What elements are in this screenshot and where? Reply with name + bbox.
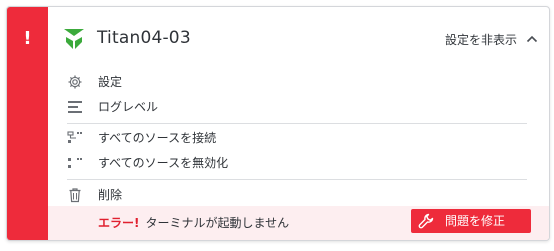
error-message: エラー! ターミナルが起動しません	[98, 214, 289, 232]
terminal-card: ! Titan04-03 設定を非表示 設定 ログレベル すべてのソースを接続 …	[6, 6, 550, 241]
disable-sources-icon	[68, 158, 82, 168]
fix-problem-button[interactable]: 問題を修正	[411, 209, 531, 233]
card-header: Titan04-03 設定を非表示	[48, 7, 549, 69]
menu-item-disable-all-sources[interactable]: すべてのソースを無効化	[48, 151, 549, 175]
hide-settings-label: 設定を非表示	[444, 32, 517, 47]
error-status-strip: !	[7, 7, 48, 240]
error-bar: エラー! ターミナルが起動しません 問題を修正	[48, 206, 549, 240]
menu-item-delete[interactable]: 削除	[48, 183, 549, 207]
wrench-icon	[418, 213, 434, 229]
card-content: Titan04-03 設定を非表示 設定 ログレベル すべてのソースを接続 すべ…	[48, 7, 549, 240]
menu-item-settings-label: 設定	[98, 75, 123, 89]
page: ! Titan04-03 設定を非表示 設定 ログレベル すべてのソースを接続 …	[0, 0, 554, 251]
trash-icon	[69, 188, 81, 203]
log-level-icon	[68, 101, 82, 113]
menu-divider	[67, 123, 527, 124]
menu-item-settings[interactable]: 設定	[48, 70, 549, 94]
connect-sources-icon	[67, 131, 82, 143]
error-label: エラー!	[98, 216, 140, 230]
titan-logo-icon	[64, 29, 84, 49]
menu-item-log-level[interactable]: ログレベル	[48, 95, 549, 119]
gear-icon	[68, 75, 82, 89]
fix-problem-button-label: 問題を修正	[445, 214, 506, 228]
menu-item-delete-label: 削除	[98, 188, 123, 202]
error-message-text: ターミナルが起動しません	[145, 216, 290, 230]
menu-divider	[67, 179, 527, 180]
menu-item-log-level-label: ログレベル	[98, 100, 159, 114]
menu-item-connect-all-sources-label: すべてのソースを接続	[98, 131, 217, 145]
menu-item-connect-all-sources[interactable]: すべてのソースを接続	[48, 126, 549, 150]
exclamation-icon: !	[23, 28, 32, 49]
chevron-up-icon	[526, 35, 538, 43]
menu-item-disable-all-sources-label: すべてのソースを無効化	[98, 156, 229, 170]
terminal-title: Titan04-03	[97, 28, 191, 48]
hide-settings-button[interactable]: 設定を非表示	[445, 27, 539, 51]
